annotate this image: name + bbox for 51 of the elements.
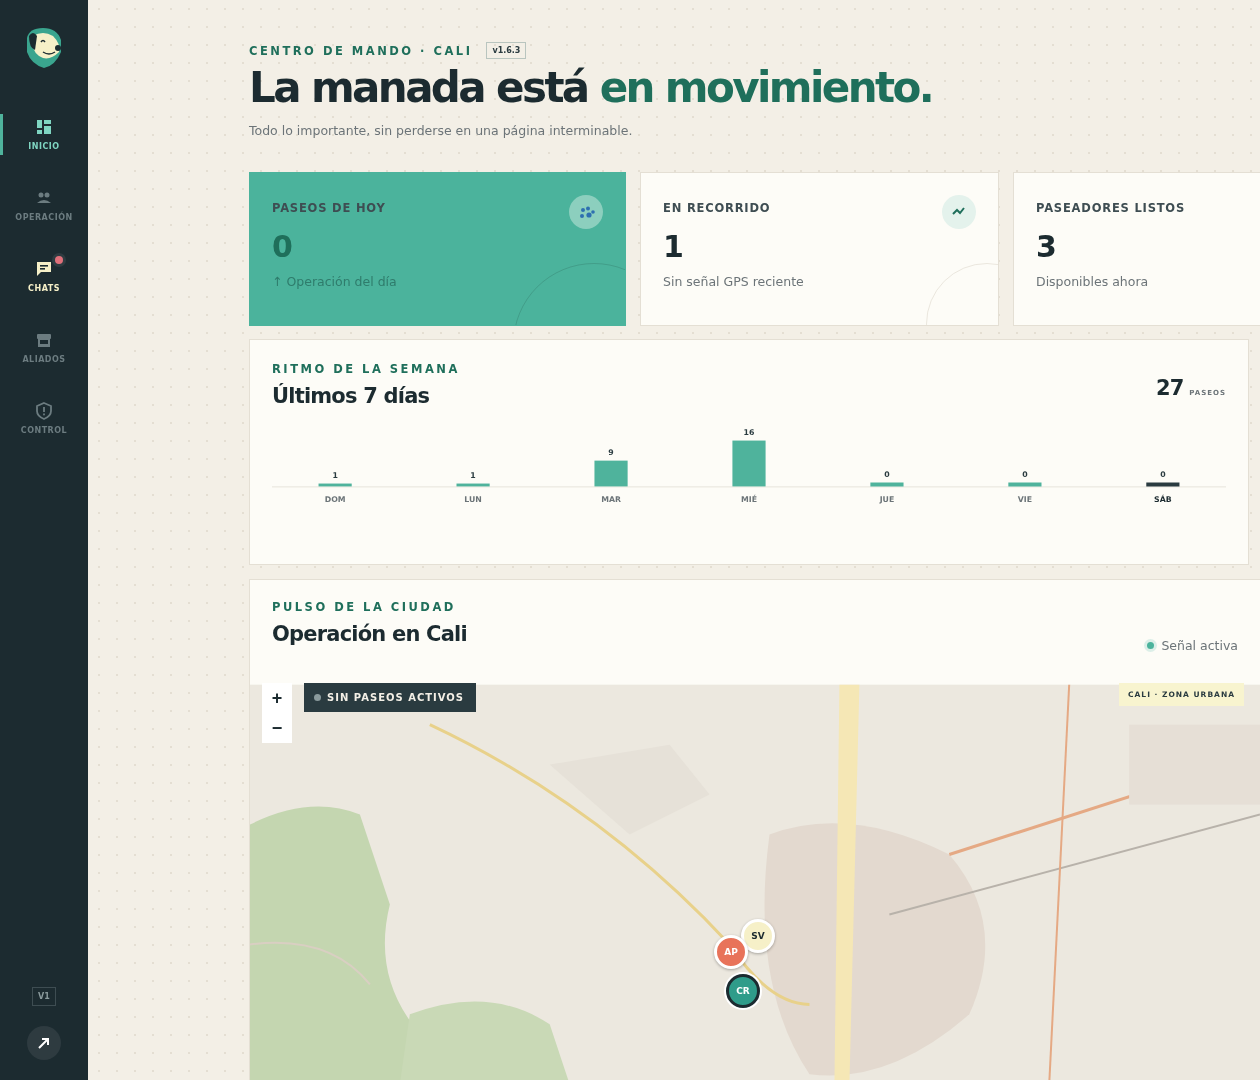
stat-note: Sin señal GPS reciente <box>663 274 805 290</box>
axis-label: DOM <box>324 495 346 505</box>
page-subtitle: Todo lo importante, sin perderse en una página interminable. <box>249 123 634 139</box>
zero-marker <box>870 482 904 487</box>
expand-button[interactable] <box>27 1026 61 1060</box>
axis-label: MAR <box>601 495 621 505</box>
bar-value-label: 0 <box>1160 469 1166 479</box>
bar <box>732 440 766 487</box>
stat-label: PASEADORES LISTOS <box>1036 201 1187 216</box>
shield-icon <box>35 402 53 420</box>
bar-value-label: 1 <box>332 470 338 480</box>
arrow-icon <box>37 1036 51 1050</box>
bar-value-label: 16 <box>743 427 755 437</box>
panel-title: Últimos 7 días <box>272 384 431 409</box>
bar-value-label: 1 <box>470 470 476 480</box>
stat-value: 3 <box>1036 229 1058 265</box>
dashboard-icon <box>35 118 53 136</box>
axis-label: JUE <box>879 495 895 505</box>
badge-text: SIN PASEOS ACTIVOS <box>327 692 465 704</box>
status-dot <box>314 694 321 702</box>
zero-marker <box>1146 482 1180 487</box>
section-eyebrow: PULSO DE LA CIUDAD <box>272 600 457 615</box>
store-icon <box>35 331 53 349</box>
axis-label: VIE <box>1017 495 1033 505</box>
axis-label: LUN <box>464 495 482 505</box>
stat-value: 1 <box>663 229 685 265</box>
total-value: 27 <box>1156 376 1184 401</box>
bar <box>318 483 352 487</box>
bar <box>456 483 490 487</box>
stat-label: PASEOS DE HOY <box>272 201 387 216</box>
nav-item[interactable]: INICIO <box>0 114 88 155</box>
version-tag: v1.6.3 <box>486 42 527 59</box>
status-text: Señal activa <box>1161 638 1238 654</box>
zero-marker <box>1008 482 1042 487</box>
bar-value-label: 9 <box>608 447 614 457</box>
chat-icon <box>35 260 53 278</box>
stat-value: 0 <box>272 229 294 265</box>
bar-value-label: 0 <box>884 469 890 479</box>
axis-label: SÁB <box>1154 495 1172 505</box>
stat-note: Disponibles ahora <box>1036 274 1150 290</box>
bar-value-label: 0 <box>1022 469 1028 479</box>
page-title: La manada está en movimiento. <box>249 65 934 112</box>
stat-label: EN RECORRIDO <box>663 201 772 216</box>
version-tag: V1 <box>32 987 56 1006</box>
nav-item[interactable]: CHATS <box>0 256 88 297</box>
bar <box>594 460 628 487</box>
axis-label: MIÉ <box>741 495 757 505</box>
panel-title: Operación en Cali <box>272 622 467 647</box>
paw-icon <box>577 205 595 220</box>
section-eyebrow: RITMO DE LA SEMANA <box>272 362 460 377</box>
section-eyebrow: CENTRO DE MANDO · CALI <box>249 43 473 58</box>
